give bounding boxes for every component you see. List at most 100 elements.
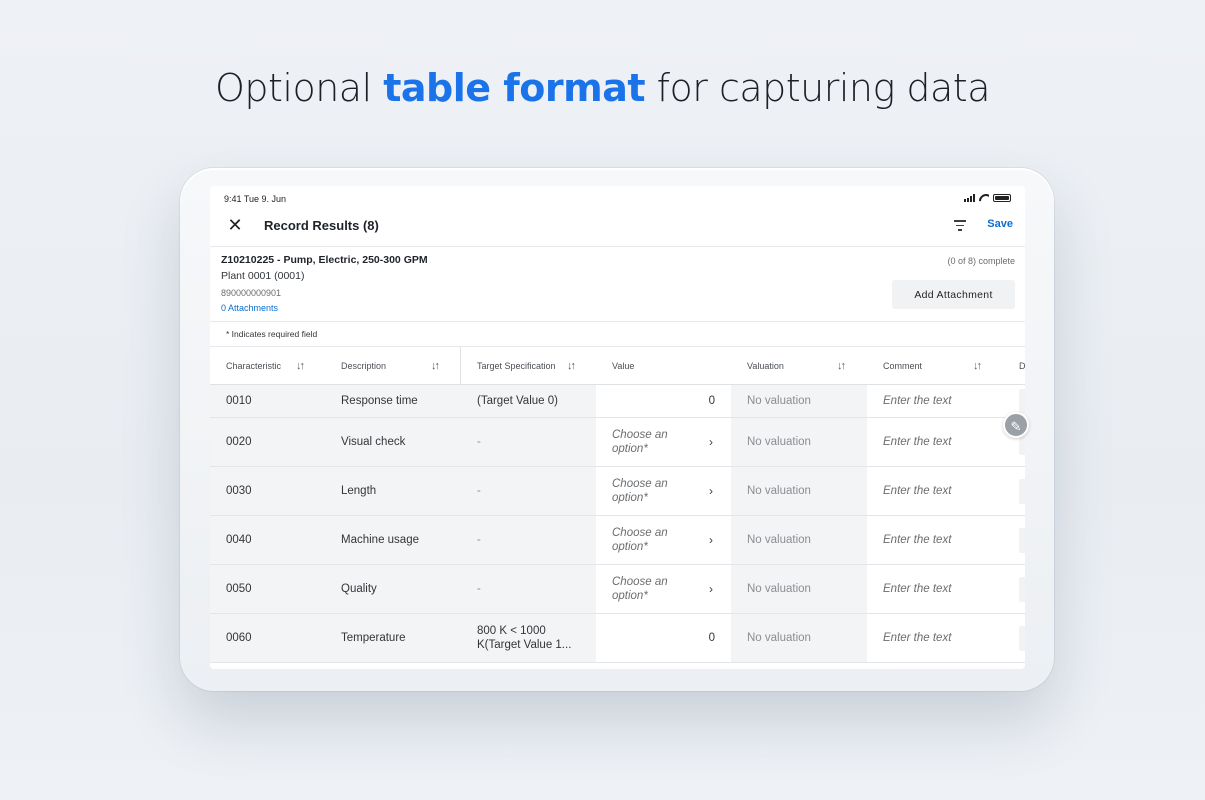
cell-target: - [477, 485, 481, 497]
cell-description: Length [341, 485, 377, 497]
choose-option-line2: option* [612, 541, 648, 553]
cell-description: Temperature [341, 632, 406, 644]
save-button[interactable]: Save [987, 218, 1013, 230]
column-header-comment[interactable]: Comment ↓↑ [883, 347, 993, 385]
cell-valuation: No valuation [731, 418, 867, 466]
attachments-link[interactable]: 0 Attachments [221, 303, 428, 313]
column-label: Description [341, 361, 387, 371]
marketing-headline: Optional table format for capturing data [0, 66, 1205, 110]
cell-valuation: No valuation [731, 565, 867, 613]
comment-input[interactable]: Enter the text [867, 614, 1019, 662]
table-row: 0030 Length - Choose an option* › No valu… [210, 467, 1025, 516]
column-header-valuation[interactable]: Valuation ↓↑ [747, 347, 857, 385]
column-label: D [1019, 361, 1025, 371]
cellular-signal-icon [964, 194, 975, 202]
page-title: Record Results (8) [264, 218, 379, 233]
app-screen: 9:41 Tue 9. Jun ✕ Record Results (8) Sav… [210, 186, 1025, 669]
cell-valuation: No valuation [731, 614, 867, 662]
target-line1: 800 K < 1000 [477, 625, 546, 637]
comment-input[interactable]: Enter the text [867, 565, 1019, 613]
comment-input[interactable]: Enter the text [867, 418, 1019, 466]
column-label: Characteristic [226, 361, 282, 371]
chevron-right-icon: › [709, 533, 713, 547]
cell-description: Quality [341, 583, 377, 595]
value-select[interactable]: Choose an option* › [596, 467, 731, 515]
headline-accent: table format [383, 66, 646, 110]
table-row: 0020 Visual check - Choose an option* › N… [210, 418, 1025, 467]
choose-option-line2: option* [612, 443, 648, 455]
choose-option-line2: option* [612, 492, 648, 504]
headline-suffix: for capturing data [645, 66, 991, 110]
cell-target: - [477, 436, 481, 448]
sort-icon[interactable]: ↓↑ [431, 347, 440, 385]
status-bar: 9:41 Tue 9. Jun [224, 194, 1011, 206]
value-select[interactable]: Choose an option* › [596, 565, 731, 613]
close-icon[interactable]: ✕ [227, 216, 243, 234]
filter-icon[interactable] [953, 220, 967, 232]
cell-valuation: No valuation [731, 385, 867, 417]
next-column-stub [1019, 626, 1025, 651]
value-input[interactable]: 0 [596, 614, 731, 662]
next-column-stub [1019, 389, 1025, 414]
table-row: 0050 Quality - Choose an option* › No val… [210, 565, 1025, 614]
cell-target: - [477, 583, 481, 595]
status-icons [964, 194, 1011, 202]
results-table: 0010 Response time (Target Value 0) 0 No… [210, 385, 1025, 663]
value-select[interactable]: Choose an option* › [596, 418, 731, 466]
column-header-value: Value [612, 347, 672, 385]
chevron-right-icon: › [709, 484, 713, 498]
cell-description: Response time [341, 395, 418, 407]
cell-description: Visual check [341, 436, 406, 448]
choose-option-line1: Choose an [612, 576, 668, 588]
headline-prefix: Optional [214, 66, 384, 110]
column-label: Target Specification [477, 361, 556, 371]
cell-target: (Target Value 0) [477, 395, 558, 407]
header-divider [210, 246, 1025, 247]
cell-valuation: No valuation [731, 516, 867, 564]
table-row: 0060 Temperature 800 K < 1000 K(Target Va… [210, 614, 1025, 663]
column-header-next: D [1019, 347, 1025, 385]
value-input[interactable]: 0 [596, 385, 731, 417]
top-bar: ✕ Record Results (8) Save [210, 210, 1025, 246]
cell-target: 800 K < 1000 K(Target Value 1... [477, 614, 597, 662]
target-line2: K(Target Value 1... [477, 639, 572, 651]
object-title: Z10210225 - Pump, Electric, 250-300 GPM [221, 254, 428, 266]
column-divider [460, 347, 461, 385]
object-number: 890000000901 [221, 288, 282, 298]
chevron-right-icon: › [709, 582, 713, 596]
comment-input[interactable]: Enter the text [867, 385, 1019, 417]
comment-input[interactable]: Enter the text [867, 516, 1019, 564]
sort-icon[interactable]: ↓↑ [567, 347, 576, 385]
cell-description: Machine usage [341, 534, 419, 546]
column-header-characteristic[interactable]: Characteristic ↓↑ [226, 347, 321, 385]
sort-icon[interactable]: ↓↑ [296, 347, 305, 385]
column-header-description[interactable]: Description ↓↑ [341, 347, 446, 385]
object-header: Z10210225 - Pump, Electric, 250-300 GPM … [221, 254, 428, 313]
next-column-stub [1019, 577, 1025, 602]
table-header: Characteristic ↓↑ Description ↓↑ Target … [210, 347, 1025, 385]
table-row: 0040 Machine usage - Choose an option* › … [210, 516, 1025, 565]
next-column-stub [1019, 528, 1025, 553]
comment-input[interactable]: Enter the text [867, 467, 1019, 515]
choose-option-line2: option* [612, 590, 648, 602]
wifi-icon [979, 194, 989, 202]
object-plant: Plant 0001 (0001) [221, 270, 305, 282]
cell-target: - [477, 534, 481, 546]
completion-status: (0 of 8) complete [947, 256, 1015, 266]
cell-valuation: No valuation [731, 467, 867, 515]
pencil-icon[interactable]: ✎ [1003, 412, 1029, 438]
object-divider [210, 321, 1025, 322]
chevron-right-icon: › [709, 435, 713, 449]
value-select[interactable]: Choose an option* › [596, 516, 731, 564]
choose-option-line1: Choose an [612, 478, 668, 490]
next-column-stub [1019, 479, 1025, 504]
add-attachment-button[interactable]: Add Attachment [892, 280, 1015, 309]
sort-icon[interactable]: ↓↑ [837, 347, 846, 385]
status-time: 9:41 Tue 9. Jun [224, 194, 287, 204]
column-header-target-specification[interactable]: Target Specification ↓↑ [477, 347, 597, 385]
column-label: Valuation [747, 361, 784, 371]
sort-icon[interactable]: ↓↑ [973, 347, 982, 385]
column-label: Value [612, 361, 635, 371]
battery-icon [993, 194, 1011, 202]
column-label: Comment [883, 361, 923, 371]
